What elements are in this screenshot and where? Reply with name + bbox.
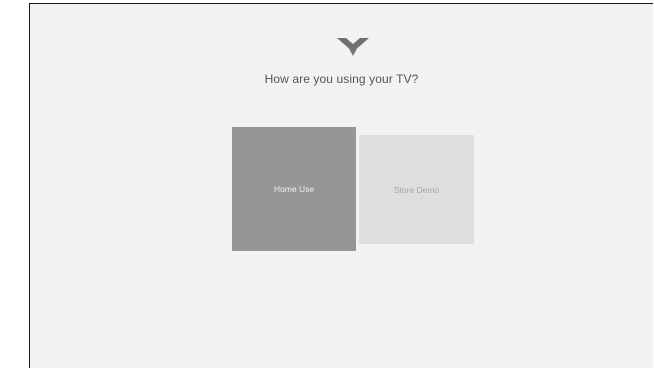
store-demo-option[interactable]: Store Demo bbox=[359, 135, 474, 244]
vizio-v-logo-icon bbox=[337, 38, 369, 56]
store-demo-label: Store Demo bbox=[393, 184, 440, 195]
setup-question: How are you using your TV? bbox=[264, 72, 419, 86]
home-use-label: Home Use bbox=[273, 184, 315, 194]
tv-setup-screen: How are you using your TV? Home Use Stor… bbox=[29, 3, 653, 368]
home-use-option[interactable]: Home Use bbox=[232, 127, 356, 251]
